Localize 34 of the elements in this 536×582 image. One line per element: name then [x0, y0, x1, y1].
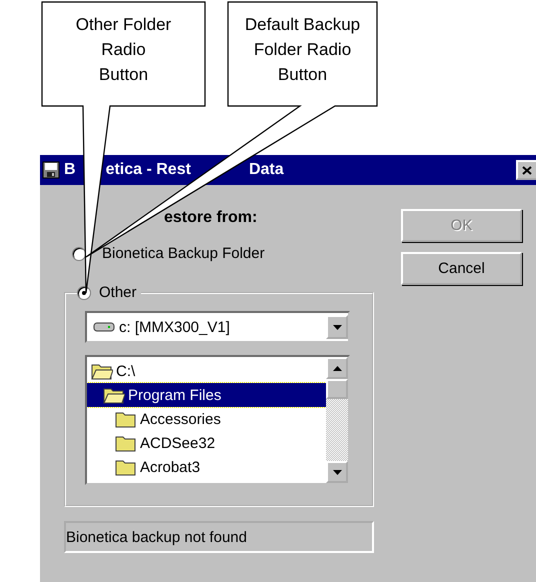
close-button[interactable]: [516, 160, 536, 180]
folder-item[interactable]: C:\: [87, 359, 326, 383]
down-arrow-icon: [332, 470, 342, 474]
section-heading: estore from:: [164, 209, 258, 227]
radio-button[interactable]: [77, 286, 91, 300]
callout-text: Default Backup Folder Radio Button: [244, 14, 362, 86]
scroll-down-button[interactable]: [326, 461, 348, 483]
radio-label[interactable]: Bionetica Backup Folder: [102, 245, 265, 262]
dropdown-button[interactable]: [326, 315, 348, 339]
folder-icon: [115, 410, 137, 428]
window-title: etica - Rest: [106, 161, 191, 179]
folder-item[interactable]: Acrobat3: [87, 455, 326, 479]
status-field: Bionetica backup not found: [64, 521, 374, 553]
up-arrow-icon: [332, 366, 342, 370]
scrollbar[interactable]: [326, 357, 348, 483]
radio-button[interactable]: [72, 246, 86, 260]
cancel-button[interactable]: Cancel: [401, 252, 522, 285]
folder-icon: [115, 434, 137, 452]
caret-icon: [332, 324, 342, 330]
folder-item[interactable]: Program Files: [87, 383, 326, 407]
folder-item[interactable]: Accessories: [87, 407, 326, 431]
folder-icon: [91, 362, 113, 380]
callout-text: Other Folder Radio Button: [74, 14, 172, 86]
scroll-up-button[interactable]: [326, 357, 348, 379]
window-title: Data: [248, 161, 284, 179]
drive-icon: [93, 321, 115, 333]
drive-dropdown[interactable]: c: [MMX300_V1]: [85, 311, 350, 343]
scroll-thumb[interactable]: [326, 379, 348, 399]
folder-icon: [115, 458, 137, 476]
folder-icon: [103, 386, 125, 404]
radio-label[interactable]: Other: [99, 284, 137, 301]
window-title: B: [64, 161, 76, 179]
close-icon: [522, 166, 532, 174]
folder-item[interactable]: ACDSee32: [87, 431, 326, 455]
